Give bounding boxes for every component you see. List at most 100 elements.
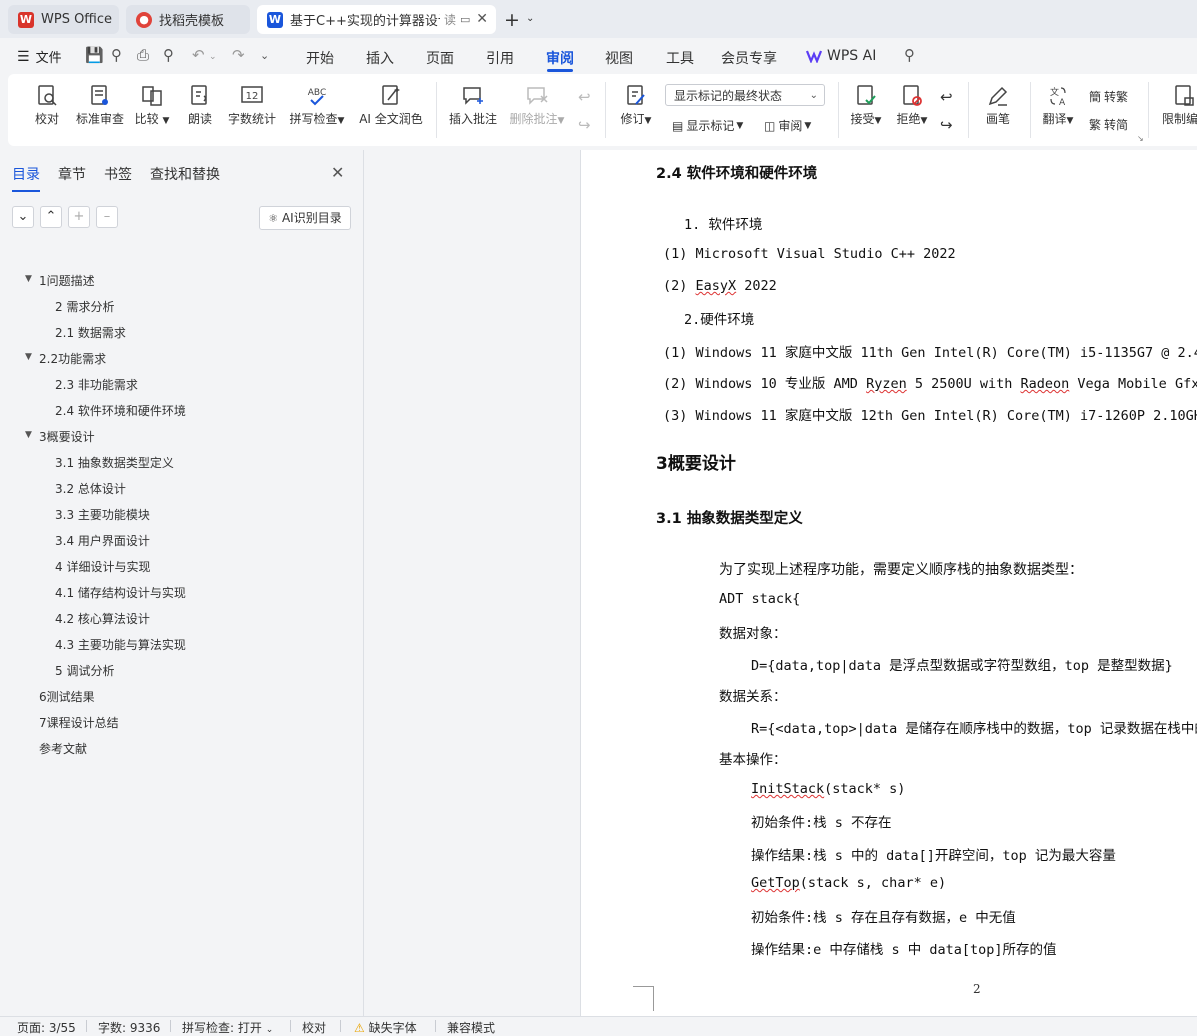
tab-page[interactable]: 页面 — [426, 48, 454, 68]
spelling-error-word[interactable]: EasyX — [696, 278, 737, 294]
doc-text: 5 2500U with — [906, 376, 1021, 392]
next-comment-icon[interactable]: ↪ — [578, 116, 591, 134]
missing-font-status[interactable]: ⚠ 缺失字体 — [354, 1019, 417, 1036]
toc-collapse-arrow-icon[interactable]: ▼ — [25, 430, 32, 440]
page-indicator[interactable]: 页面: 3/55 — [17, 1019, 76, 1036]
compare-button[interactable]: 比较 ▼ — [132, 74, 172, 146]
proofread-status[interactable]: 校对 — [302, 1019, 326, 1036]
toc-item[interactable]: 4 详细设计与实现 — [55, 558, 150, 575]
redo-icon[interactable]: ↷ — [232, 46, 245, 64]
tab-review[interactable]: 审阅 — [546, 48, 574, 68]
tab-wps-ai[interactable]: WPS AI — [827, 48, 876, 64]
toc-item[interactable]: 3概要设计 — [39, 428, 95, 445]
toc-item[interactable]: 3.2 总体设计 — [55, 480, 126, 497]
accept-button[interactable]: 接受▼ — [846, 74, 886, 146]
word-count-status[interactable]: 字数: 9336 — [98, 1019, 160, 1036]
close-icon[interactable]: ✕ — [476, 11, 488, 27]
to-traditional-button[interactable]: 簡 转繁 — [1089, 88, 1128, 105]
toc-item[interactable]: 7课程设计总结 — [39, 714, 119, 731]
toc-item[interactable]: 3.3 主要功能模块 — [55, 506, 150, 523]
undo-icon[interactable]: ↶ — [192, 46, 205, 64]
search-icon[interactable]: ⚲ — [904, 46, 915, 64]
toc-item[interactable]: 2.1 数据需求 — [55, 324, 126, 341]
file-menu[interactable]: ☰ 文件 — [17, 47, 62, 67]
review-pane-button[interactable]: ◫ 审阅 ▼ — [764, 117, 811, 134]
reject-button[interactable]: 拒绝▼ — [892, 74, 932, 146]
toc-item[interactable]: 2.3 非功能需求 — [55, 376, 138, 393]
tab-insert[interactable]: 插入 — [366, 48, 394, 68]
toc-item[interactable]: 3.1 抽象数据类型定义 — [55, 454, 174, 471]
chevron-down-icon[interactable]: ⌄ — [526, 13, 534, 24]
ai-detect-toc-button[interactable]: ⚛ AI识别目录 — [259, 206, 351, 230]
spelling-error-word[interactable]: InitStack — [751, 781, 824, 797]
next-change-icon[interactable]: ↪ — [940, 116, 953, 134]
insert-comment-button[interactable]: 插入批注 — [446, 74, 500, 146]
nav-tab-toc[interactable]: 目录 — [12, 164, 40, 192]
tab-wps-office[interactable]: W WPS Office — [8, 5, 119, 34]
word-count-button[interactable]: 12 字数统计 — [226, 74, 278, 146]
share-icon[interactable]: ⚲ — [111, 46, 122, 64]
toc-item[interactable]: 5 调试分析 — [55, 662, 114, 679]
print-preview-icon[interactable]: ⚲ — [163, 46, 174, 64]
remove-heading-button[interactable]: – — [96, 206, 118, 228]
print-icon[interactable]: ⎙ — [137, 46, 149, 64]
tab-document[interactable]: W 基于C++实现的计算器设计 读 ▭ ✕ — [257, 5, 496, 34]
document-page[interactable]: 2.4 软件环境和硬件环境 1. 软件环境 (1) Microsoft Visu… — [581, 150, 1197, 1016]
tab-tools[interactable]: 工具 — [666, 48, 694, 68]
dialog-launcher-icon[interactable]: ↘ — [1137, 134, 1144, 143]
tab-home[interactable]: 开始 — [306, 48, 334, 68]
quick-access-more-icon[interactable]: ⌄ — [260, 49, 269, 62]
toc-item[interactable]: 4.3 主要功能与算法实现 — [55, 636, 186, 653]
previous-comment-icon[interactable]: ↩ — [578, 88, 591, 106]
previous-change-icon[interactable]: ↩ — [940, 88, 953, 106]
nav-tab-find-replace[interactable]: 查找和替换 — [150, 164, 220, 184]
toc-item[interactable]: 4.1 储存结构设计与实现 — [55, 584, 186, 601]
toc-item[interactable]: 3.4 用户界面设计 — [55, 532, 150, 549]
track-changes-button[interactable]: 修订▼ — [614, 74, 658, 146]
standard-review-button[interactable]: 标准审查 — [72, 74, 128, 146]
spelling-error-word[interactable]: Ryzen — [866, 376, 907, 392]
spell-check-button[interactable]: ABC 拼写检查▼ — [286, 74, 348, 146]
tab-docer-templates[interactable]: ● 找稻壳模板 — [126, 5, 250, 34]
nav-tab-bookmarks[interactable]: 书签 — [104, 164, 132, 184]
show-markup-button[interactable]: ▤ 显示标记 ▼ — [672, 117, 743, 134]
to-simplified-button[interactable]: 繁 转简 — [1089, 116, 1128, 133]
spelling-error-word[interactable]: Radeon — [1021, 376, 1070, 392]
toc-collapse-arrow-icon[interactable]: ▼ — [25, 352, 32, 362]
pen-button[interactable]: 画笔 — [980, 74, 1016, 146]
tab-label: 基于C++实现的计算器设计 — [290, 14, 440, 29]
toc-item[interactable]: 2.4 软件环境和硬件环境 — [55, 402, 186, 419]
tab-member[interactable]: 会员专享 — [721, 48, 777, 68]
nav-tab-sections[interactable]: 章节 — [58, 164, 86, 184]
toc-item[interactable]: 4.2 核心算法设计 — [55, 610, 150, 627]
markup-display-select[interactable]: 显示标记的最终状态 ⌄ — [665, 84, 825, 106]
spelling-error-word[interactable]: GetTop — [751, 875, 800, 891]
collapse-all-button[interactable]: ⌃ — [40, 206, 62, 228]
delete-comment-button[interactable]: 删除批注▼ — [506, 74, 568, 146]
undo-dropdown-icon[interactable]: ⌄ — [209, 52, 217, 62]
chevron-down-icon: ▼ — [337, 116, 345, 126]
toc-item[interactable]: 6测试结果 — [39, 688, 95, 705]
ai-polish-button[interactable]: AI 全文润色 — [354, 74, 428, 146]
translate-button[interactable]: 文A 翻译▼ — [1038, 74, 1078, 146]
doc-paragraph: 数据关系： — [719, 689, 787, 705]
toc-collapse-arrow-icon[interactable]: ▼ — [25, 274, 32, 284]
tab-references[interactable]: 引用 — [486, 48, 514, 68]
new-tab-plus-icon[interactable]: + — [504, 9, 520, 31]
restrict-editing-button[interactable]: 限制编 — [1158, 74, 1197, 146]
close-icon[interactable]: ✕ — [331, 163, 344, 182]
add-heading-button[interactable]: + — [68, 206, 90, 228]
tab-view[interactable]: 视图 — [605, 48, 633, 68]
toc-item[interactable]: 参考文献 — [39, 740, 87, 757]
expand-all-button[interactable]: ⌄ — [12, 206, 34, 228]
save-icon[interactable]: 💾 — [85, 46, 104, 64]
word-count-label: 字数统计 — [227, 112, 276, 126]
toc-item[interactable]: 1问题描述 — [39, 272, 95, 289]
read-aloud-button[interactable]: 朗读 — [180, 74, 220, 146]
proofread-button[interactable]: 校对 — [26, 74, 68, 146]
spell-check-status[interactable]: 拼写检查: 打开 ⌄ — [182, 1019, 273, 1036]
compat-mode-status[interactable]: 兼容模式 — [447, 1019, 495, 1036]
toc-item[interactable]: 2.2功能需求 — [39, 350, 106, 367]
wps-ai-icon — [806, 50, 822, 63]
toc-item[interactable]: 2 需求分析 — [55, 298, 114, 315]
